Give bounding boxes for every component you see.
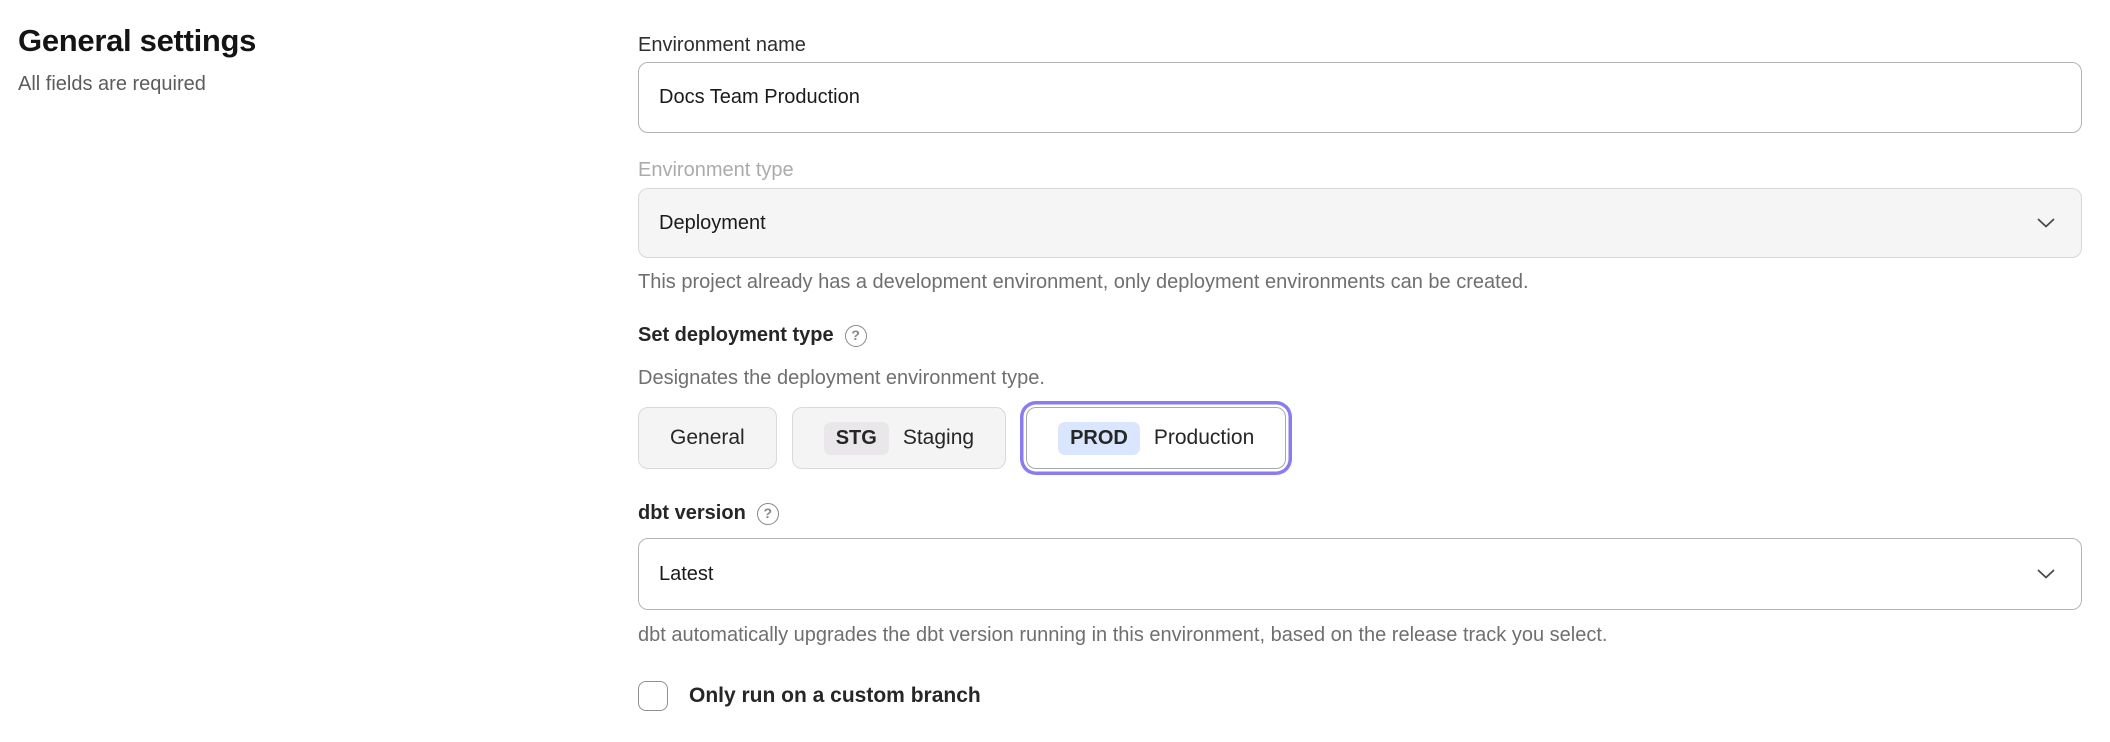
help-icon[interactable]: ?: [757, 503, 779, 525]
custom-branch-row: Only run on a custom branch: [638, 681, 2082, 711]
dbt-version-heading-label: dbt version: [638, 501, 746, 526]
environment-type-helper: This project already has a development e…: [638, 270, 2082, 295]
environment-name-label: Environment name: [638, 33, 2082, 57]
deployment-type-option-staging[interactable]: STG Staging: [792, 407, 1006, 469]
environment-type-value: Deployment: [659, 212, 766, 235]
dbt-version-select[interactable]: Latest: [638, 538, 2082, 610]
dbt-version-helper: dbt automatically upgrades the dbt versi…: [638, 623, 2082, 648]
staging-badge: STG: [824, 422, 889, 455]
production-badge: PROD: [1058, 422, 1140, 455]
custom-branch-label: Only run on a custom branch: [689, 684, 981, 708]
dbt-version-value: Latest: [659, 563, 713, 586]
deployment-type-heading: Set deployment type ?: [638, 323, 2082, 348]
option-label: General: [670, 426, 745, 450]
dbt-version-heading: dbt version ?: [638, 501, 2082, 526]
deployment-type-option-general[interactable]: General: [638, 407, 777, 469]
environment-name-input[interactable]: [638, 62, 2082, 133]
page-header: General settings All fields are required: [18, 22, 578, 96]
help-icon[interactable]: ?: [845, 325, 867, 347]
deployment-type-heading-label: Set deployment type: [638, 323, 834, 348]
page-title: General settings: [18, 22, 578, 60]
deployment-type-options: General STG Staging PROD Production: [638, 407, 2082, 469]
custom-branch-checkbox[interactable]: [638, 681, 668, 711]
page-subtitle: All fields are required: [18, 72, 578, 96]
option-label: Production: [1154, 426, 1254, 450]
environment-type-select[interactable]: Deployment: [638, 188, 2082, 258]
chevron-down-icon: [2037, 569, 2055, 579]
chevron-down-icon: [2037, 218, 2055, 228]
general-settings-page: General settings All fields are required…: [0, 0, 2110, 742]
option-label: Staging: [903, 426, 974, 450]
deployment-type-option-production[interactable]: PROD Production: [1026, 407, 1286, 469]
deployment-type-helper: Designates the deployment environment ty…: [638, 366, 2082, 391]
environment-type-label: Environment type: [638, 158, 2082, 182]
